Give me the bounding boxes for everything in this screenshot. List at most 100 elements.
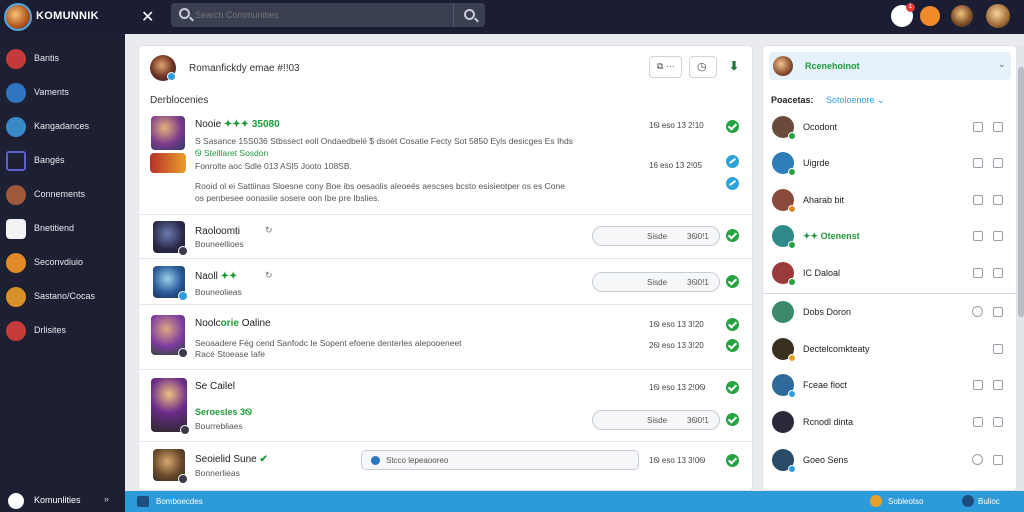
search-input[interactable] [195, 7, 455, 23]
checkbox[interactable] [973, 417, 983, 427]
list-item[interactable]: Nooie ✦✦✦ 35080 S Sasance 15S036 Stbssec… [139, 109, 752, 215]
sidebar-item-banges[interactable]: Bangés [0, 146, 125, 176]
checkbox[interactable] [993, 268, 1003, 278]
check-icon [726, 120, 739, 133]
status-icon [788, 390, 796, 398]
list-item[interactable]: ✦✦ Otenenst [763, 218, 1016, 254]
list-item[interactable]: Naoll ✦✦ ↻ Bouneolieas Sisde 3Ꮻ0!1 [139, 259, 752, 305]
checkbox[interactable] [993, 307, 1003, 317]
community-thumbnail [153, 221, 188, 256]
copy-icon: ⧉ ⋯ [657, 61, 675, 71]
row-line: os penbesee oonasiie sosere oon Ibe pre … [195, 193, 380, 203]
checkbox[interactable] [993, 380, 1003, 390]
sidebar-item-seconvdiuio[interactable]: Seconvdiuio [0, 248, 125, 278]
checkbox[interactable] [993, 122, 1003, 132]
sidebar-item-connements[interactable]: Connements [0, 180, 125, 210]
app-logo[interactable] [4, 3, 32, 31]
filter-dropdown[interactable]: Sotoloenore ⌄ [826, 95, 885, 106]
profile-icon[interactable] [986, 4, 1010, 28]
community-thumbnail [151, 315, 188, 358]
checkbox[interactable] [993, 344, 1003, 354]
scrollbar-thumb[interactable] [1018, 67, 1024, 317]
list-item[interactable]: Dobs Doron [763, 294, 1016, 330]
coins-icon[interactable] [920, 6, 940, 26]
list-item[interactable]: Seoielid Sune ✔ Bonnerlieas Stcco lepeao… [139, 442, 752, 490]
filter-label: Poacetas: [771, 95, 814, 105]
member-avatar [772, 116, 796, 140]
row-sub: Seoaadere Fég cend Sanfodc Ie Sopent efo… [195, 338, 462, 348]
send-icon[interactable] [726, 155, 739, 168]
list-item[interactable]: Goeo Sens [763, 442, 1016, 478]
list-item[interactable]: Se Cailel Seroesles 3Ꮻ Bourrebliaes 1Ꮻ e… [139, 370, 752, 442]
scrollbar[interactable] [1018, 45, 1024, 491]
member-name: Ocodont [803, 122, 838, 132]
status-icon [178, 474, 188, 484]
row-timestamp: 1Ꮻ eso 13 2!10 [649, 121, 704, 130]
settings-icon[interactable] [962, 495, 974, 507]
sidebar-item-bnetitiend[interactable]: Bnetitiend [0, 214, 125, 244]
communities-icon [8, 493, 24, 509]
sidebar-item-drlisites[interactable]: Drlisites [0, 316, 125, 346]
sidebar-footer[interactable]: Komunlities » [0, 489, 125, 512]
row-title: Seoielid Sune ✔ [195, 454, 268, 465]
collapse-icon[interactable]: » [104, 494, 109, 504]
download-icon[interactable]: ⬇ [729, 59, 739, 73]
list-item[interactable]: Fceae fioct [763, 367, 1016, 403]
checkbox[interactable] [973, 268, 983, 278]
checkbox[interactable] [993, 417, 1003, 427]
checkbox[interactable] [973, 380, 983, 390]
member-name: Rcnodl dinta [803, 417, 854, 427]
checkbox[interactable] [973, 122, 983, 132]
checkbox[interactable] [973, 231, 983, 241]
radio[interactable] [972, 454, 983, 465]
status-pill[interactable]: Sisde 3Ꮻ0!1 [592, 272, 720, 292]
community-thumbnail [153, 449, 188, 484]
community-thumbnail [151, 116, 185, 150]
row-title: Nooie ✦✦✦ 35080 [195, 119, 280, 130]
list-item[interactable]: Dectelcomkteaty [763, 331, 1016, 367]
close-icon[interactable]: ✕ [141, 7, 154, 27]
list-item[interactable]: IC Daloal [763, 255, 1016, 291]
status-pill[interactable]: Sisde 3Ꮻ0!1 [592, 226, 720, 246]
list-item[interactable]: Aharab bit [763, 182, 1016, 218]
sidebar-item-sastano[interactable]: Sastano/Cocas [0, 282, 125, 312]
checkbox[interactable] [973, 158, 983, 168]
loading-icon: ↻ [265, 270, 273, 280]
search-button[interactable] [453, 3, 485, 27]
list-item[interactable]: Raoloomti ↻ Bouneellioes Sisde 3Ꮻ0!1 [139, 215, 752, 259]
clock-icon: ◷ [697, 61, 707, 73]
member-avatar [772, 338, 796, 362]
status-pill[interactable]: Stcco lepeaooreo [361, 450, 639, 470]
status-icon [788, 465, 796, 473]
search-icon [179, 8, 190, 19]
copy-button[interactable]: ⧉ ⋯ [649, 56, 682, 78]
check-icon [726, 413, 739, 426]
status-icon [788, 278, 796, 286]
status-pill[interactable]: Sisde 3Ꮻ0!1 [592, 410, 720, 430]
avatar-icon[interactable] [951, 5, 973, 27]
sidebar-item-vaments[interactable]: Vaments [0, 78, 125, 108]
list-item[interactable]: Noolcorie Oaline Seoaadere Fég cend Sanf… [139, 305, 752, 370]
sidebar-item-kangadances[interactable]: Kangadances [0, 112, 125, 142]
community-select[interactable]: Rcenehoinot ⌄ [769, 52, 1011, 80]
connements-icon [6, 185, 26, 205]
checkbox[interactable] [973, 195, 983, 205]
kangadances-icon [6, 117, 26, 137]
checkbox[interactable] [993, 231, 1003, 241]
checkbox[interactable] [993, 195, 1003, 205]
list-item[interactable]: Uigrde [763, 145, 1016, 181]
checkbox[interactable] [993, 455, 1003, 465]
list-item[interactable]: Ocodont [763, 109, 1016, 145]
bottom-bar-label[interactable]: Bomboecdes [156, 497, 203, 506]
member-name: Dobs Doron [803, 307, 852, 317]
send-icon[interactable] [726, 177, 739, 190]
chat-icon[interactable] [993, 158, 1003, 168]
bottom-bar: Bomboecdes Sobleotso Bulioc [125, 491, 1024, 512]
radio[interactable] [972, 306, 983, 317]
seconvdiuio-icon [6, 253, 26, 273]
sidebar-item-bantis[interactable]: Bantis [0, 44, 125, 74]
timer-button[interactable]: ◷ [689, 56, 717, 78]
list-item[interactable]: Rcnodl dinta [763, 404, 1016, 440]
member-avatar [772, 449, 796, 473]
notifications-icon[interactable]: 1 [891, 3, 915, 27]
